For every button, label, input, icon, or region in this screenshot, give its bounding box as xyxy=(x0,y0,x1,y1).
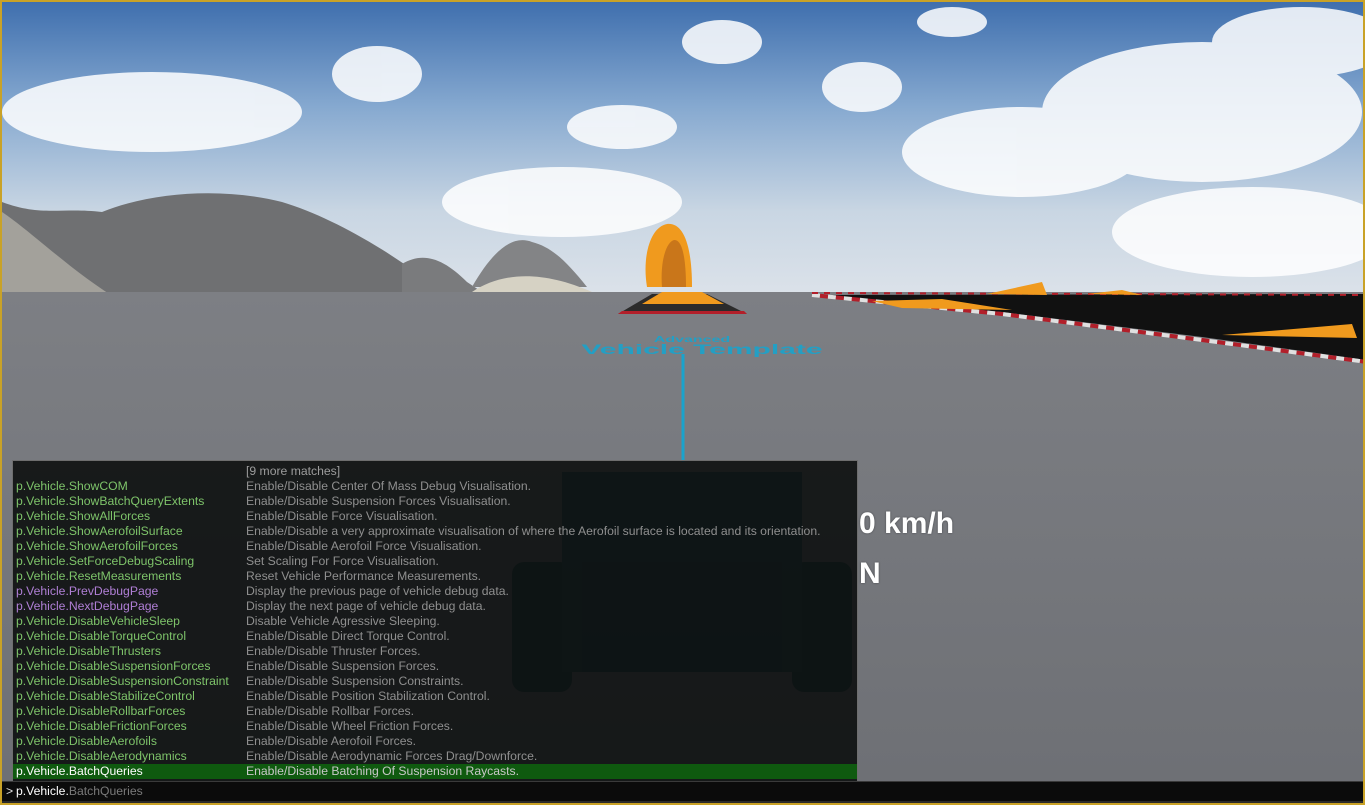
console-autocomplete-panel: [9 more matches] p.Vehicle.ShowCOM Enable… xyxy=(12,460,858,782)
autocomplete-item[interactable]: p.Vehicle.DisableFrictionForces Enable/Di… xyxy=(13,719,857,734)
autocomplete-command: p.Vehicle.DisableTorqueControl xyxy=(16,629,187,643)
autocomplete-command: p.Vehicle.ShowCOM xyxy=(16,479,128,493)
autocomplete-command: p.Vehicle.DisableAerofoils xyxy=(16,734,157,748)
game-viewport[interactable]: Advanced Vehicle Template 0 km/h N [9 mo… xyxy=(0,0,1365,805)
autocomplete-description: Enable/Disable Rollbar Forces. xyxy=(246,704,414,718)
autocomplete-command: p.Vehicle.ShowAllForces xyxy=(16,509,151,523)
autocomplete-description: Enable/Disable Center Of Mass Debug Visu… xyxy=(246,479,531,493)
autocomplete-description: Enable/Disable Aerofoil Forces. xyxy=(246,734,417,748)
floor-text-line2: Vehicle Template xyxy=(581,342,822,357)
autocomplete-description: Disable Vehicle Agressive Sleeping. xyxy=(246,614,440,628)
console-input-value: p.Vehicle. xyxy=(16,784,69,798)
autocomplete-command: p.Vehicle.DisableSuspensionConstraint xyxy=(16,674,229,688)
autocomplete-list: p.Vehicle.ShowCOM Enable/Disable Center O… xyxy=(13,479,857,779)
autocomplete-description: Enable/Disable Force Visualisation. xyxy=(246,509,438,523)
autocomplete-description: Enable/Disable Thruster Forces. xyxy=(246,644,421,658)
autocomplete-command: p.Vehicle.ShowAerofoilForces xyxy=(16,539,178,553)
autocomplete-command: p.Vehicle.SetForceDebugScaling xyxy=(16,554,195,568)
autocomplete-command: p.Vehicle.DisableAerodynamics xyxy=(16,749,187,763)
autocomplete-item[interactable]: p.Vehicle.ResetMeasurements Reset Vehicle… xyxy=(13,569,857,584)
autocomplete-command: p.Vehicle.BatchQueries xyxy=(16,764,143,778)
autocomplete-command: p.Vehicle.ShowBatchQueryExtents xyxy=(16,494,205,508)
autocomplete-command: p.Vehicle.DisableVehicleSleep xyxy=(16,614,180,628)
more-matches-label: [9 more matches] xyxy=(246,464,341,478)
autocomplete-description: Enable/Disable a very approximate visual… xyxy=(246,524,821,538)
autocomplete-item[interactable]: p.Vehicle.DisableTorqueControl Enable/Dis… xyxy=(13,629,857,644)
autocomplete-item[interactable]: p.Vehicle.BatchQueries Enable/Disable Bat… xyxy=(13,764,857,779)
autocomplete-command: p.Vehicle.PrevDebugPage xyxy=(16,584,159,598)
autocomplete-item[interactable]: p.Vehicle.DisableAerodynamics Enable/Disa… xyxy=(13,749,857,764)
console-input-bar[interactable]: > p.Vehicle.BatchQueries xyxy=(2,781,1363,801)
autocomplete-command: p.Vehicle.ResetMeasurements xyxy=(16,569,182,583)
autocomplete-item[interactable]: p.Vehicle.DisableVehicleSleep Disable Veh… xyxy=(13,614,857,629)
autocomplete-description: Reset Vehicle Performance Measurements. xyxy=(246,569,482,583)
autocomplete-command: p.Vehicle.NextDebugPage xyxy=(16,599,159,613)
autocomplete-description: Enable/Disable Suspension Forces Visuali… xyxy=(246,494,511,508)
autocomplete-item[interactable]: p.Vehicle.DisableSuspensionConstraint Ena… xyxy=(13,674,857,689)
autocomplete-item[interactable]: p.Vehicle.DisableAerofoils Enable/Disable… xyxy=(13,734,857,749)
autocomplete-command: p.Vehicle.DisableRollbarForces xyxy=(16,704,186,718)
autocomplete-description: Enable/Disable Aerodynamic Forces Drag/D… xyxy=(246,749,538,763)
autocomplete-item[interactable]: p.Vehicle.ShowAerofoilSurface Enable/Disa… xyxy=(13,524,857,539)
autocomplete-item[interactable]: p.Vehicle.PrevDebugPage Display the previ… xyxy=(13,584,857,599)
autocomplete-command: p.Vehicle.ShowAerofoilSurface xyxy=(16,524,183,538)
autocomplete-description: Enable/Disable Wheel Friction Forces. xyxy=(246,719,454,733)
autocomplete-item[interactable]: p.Vehicle.SetForceDebugScaling Set Scalin… xyxy=(13,554,857,569)
console-input-suggestion: BatchQueries xyxy=(68,784,143,798)
speed-readout: 0 km/h xyxy=(859,507,955,540)
autocomplete-description: Enable/Disable Aerofoil Force Visualisat… xyxy=(246,539,482,553)
autocomplete-item[interactable]: p.Vehicle.DisableStabilizeControl Enable/… xyxy=(13,689,857,704)
bottom-bar xyxy=(2,801,1363,803)
autocomplete-description: Display the previous page of vehicle deb… xyxy=(246,584,509,598)
autocomplete-item[interactable]: p.Vehicle.ShowCOM Enable/Disable Center O… xyxy=(13,479,857,494)
console-input[interactable]: p.Vehicle.BatchQueries xyxy=(16,782,143,801)
autocomplete-command: p.Vehicle.DisableFrictionForces xyxy=(16,719,187,733)
autocomplete-item[interactable]: p.Vehicle.NextDebugPage Display the next … xyxy=(13,599,857,614)
autocomplete-description: Enable/Disable Position Stabilization Co… xyxy=(246,689,490,703)
autocomplete-description: Set Scaling For Force Visualisation. xyxy=(246,554,439,568)
autocomplete-description: Enable/Disable Suspension Forces. xyxy=(246,659,440,673)
autocomplete-description: Enable/Disable Batching Of Suspension Ra… xyxy=(246,764,520,778)
autocomplete-command: p.Vehicle.DisableThrusters xyxy=(16,644,161,658)
autocomplete-item[interactable]: p.Vehicle.DisableThrusters Enable/Disable… xyxy=(13,644,857,659)
console-prompt: > xyxy=(6,784,14,798)
autocomplete-command: p.Vehicle.DisableStabilizeControl xyxy=(16,689,195,703)
autocomplete-item[interactable]: p.Vehicle.DisableSuspensionForces Enable/… xyxy=(13,659,857,674)
autocomplete-item[interactable]: p.Vehicle.DisableRollbarForces Enable/Dis… xyxy=(13,704,857,719)
autocomplete-item[interactable]: p.Vehicle.ShowBatchQueryExtents Enable/Di… xyxy=(13,494,857,509)
autocomplete-item[interactable]: p.Vehicle.ShowAllForces Enable/Disable Fo… xyxy=(13,509,857,524)
autocomplete-item[interactable]: p.Vehicle.ShowAerofoilForces Enable/Disab… xyxy=(13,539,857,554)
autocomplete-description: Enable/Disable Suspension Constraints. xyxy=(246,674,464,688)
autocomplete-command: p.Vehicle.DisableSuspensionForces xyxy=(16,659,211,673)
autocomplete-description: Enable/Disable Direct Torque Control. xyxy=(246,629,450,643)
autocomplete-description: Display the next page of vehicle debug d… xyxy=(246,599,486,613)
gear-readout: N xyxy=(859,557,881,590)
